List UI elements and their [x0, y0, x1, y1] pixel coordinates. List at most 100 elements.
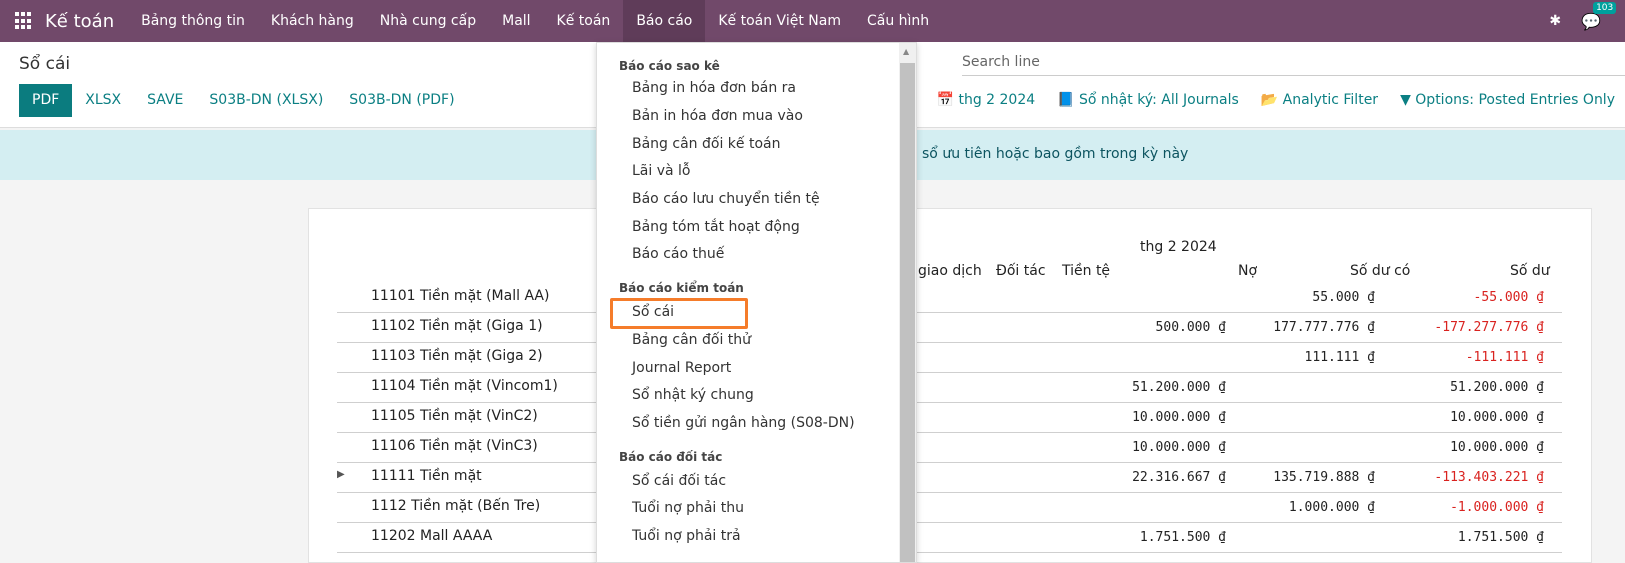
menu-item-bank-book[interactable]: Sổ tiền gửi ngân hàng (S08-DN): [632, 415, 855, 431]
debit-value: 10.000.000 ₫: [1132, 440, 1226, 455]
menu-customers[interactable]: Khách hàng: [258, 0, 367, 42]
balance-value: -55.000 ₫: [1473, 290, 1544, 305]
menu-item-trial-balance[interactable]: Bảng cân đối thử: [632, 332, 751, 348]
s03b-xlsx-button[interactable]: S03B-DN (XLSX): [196, 84, 336, 117]
book-icon: 📘: [1057, 92, 1080, 108]
menu-item-executive-summary[interactable]: Bảng tóm tắt hoạt động: [632, 219, 800, 235]
credit-value: 55.000 ₫: [1312, 290, 1375, 305]
table-row[interactable]: 11103 Tiền mặt (Giga 2) 111.111 ₫ -111.1…: [337, 343, 1562, 373]
apps-grid-icon[interactable]: [15, 12, 33, 30]
menu-item-tax-report[interactable]: Báo cáo thuế: [632, 246, 724, 262]
table-row[interactable]: 11106 Tiền mặt (VinC3) 10.000.000 ₫ 10.0…: [337, 433, 1562, 463]
s03b-pdf-button[interactable]: S03B-DN (PDF): [336, 84, 467, 117]
menu-reporting[interactable]: Báo cáo: [623, 0, 706, 42]
options-filter-label: Options: Posted Entries Only: [1415, 92, 1615, 108]
scroll-up-arrow-icon[interactable]: ▲: [903, 47, 909, 56]
col-header-transaction: giao dịch: [918, 263, 982, 279]
table-row[interactable]: 11202 Mall AAAA 1.751.500 ₫ 1.751.500 ₫: [337, 523, 1562, 553]
selection-highlight: [610, 298, 748, 329]
xlsx-button[interactable]: XLSX: [72, 84, 134, 117]
menu-item-balance-sheet[interactable]: Bảng cân đối kế toán: [632, 136, 780, 152]
account-name: 11103 Tiền mặt (Giga 2): [371, 348, 543, 364]
chat-icon[interactable]: 💬 103: [1581, 1, 1617, 31]
account-name: 11106 Tiền mặt (VinC3): [371, 438, 538, 454]
table-row[interactable]: 11101 Tiền mặt (Mall AA) 55.000 ₫ -55.00…: [337, 283, 1562, 313]
col-header-partner: Đối tác: [996, 263, 1046, 279]
credit-value: 177.777.776 ₫: [1273, 320, 1375, 335]
calendar-icon: 📅: [936, 92, 959, 108]
menu-item-cash-flow[interactable]: Báo cáo lưu chuyển tiền tệ: [632, 191, 820, 207]
account-name: 11105 Tiền mặt (VinC2): [371, 408, 538, 424]
systray: ✱ 💬 103: [1549, 0, 1625, 42]
account-name: 11102 Tiền mặt (Giga 1): [371, 318, 543, 334]
dropdown-scrollbar[interactable]: ▲: [899, 43, 916, 562]
menu-configuration[interactable]: Cấu hình: [854, 0, 942, 42]
info-alert-text: o sổ ưu tiên hoặc bao gồm trong kỳ này: [909, 146, 1189, 162]
menu-item-profit-loss[interactable]: Lãi và lỗ: [632, 163, 691, 179]
bug-icon[interactable]: ✱: [1549, 13, 1561, 29]
menu-dashboard[interactable]: Bảng thông tin: [128, 0, 258, 42]
scroll-thumb[interactable]: [900, 63, 915, 562]
balance-value: 1.751.500 ₫: [1457, 530, 1544, 545]
table-row[interactable]: 11102 Tiền mặt (Giga 1) 500.000 ₫ 177.77…: [337, 313, 1562, 343]
expand-caret-icon[interactable]: ▶: [337, 469, 345, 480]
balance-value: -111.111 ₫: [1465, 350, 1544, 365]
save-button[interactable]: SAVE: [134, 84, 196, 117]
account-name: 11202 Mall AAAA: [371, 528, 493, 544]
search-input[interactable]: Search line: [962, 48, 1625, 76]
debit-value: 51.200.000 ₫: [1132, 380, 1226, 395]
menu-mall[interactable]: Mall: [489, 0, 543, 42]
folder-icon: 📂: [1260, 92, 1283, 108]
journal-filter[interactable]: 📘 Sổ nhật ký: All Journals: [1057, 92, 1239, 108]
balance-value: -177.277.776 ₫: [1434, 320, 1544, 335]
menu-item-aged-payable[interactable]: Tuổi nợ phải trả: [632, 528, 741, 544]
credit-value: 1.000.000 ₫: [1288, 500, 1375, 515]
section-audit-reports: Báo cáo kiểm toán: [619, 281, 744, 295]
options-filter[interactable]: ▼ Options: Posted Entries Only: [1400, 92, 1615, 108]
col-header-currency: Tiền tệ: [1062, 263, 1111, 279]
menu-item-general-journal[interactable]: Sổ nhật ký chung: [632, 387, 754, 403]
pdf-button[interactable]: PDF: [19, 84, 73, 117]
account-name: 1112 Tiền mặt (Bến Tre): [371, 498, 541, 514]
table-row[interactable]: ▶ 11111 Tiền mặt 22.316.667 ₫ 135.719.88…: [337, 463, 1562, 493]
balance-value: -113.403.221 ₫: [1434, 470, 1544, 485]
analytic-filter[interactable]: 📂 Analytic Filter: [1261, 92, 1378, 108]
export-buttons: PDF XLSX SAVE S03B-DN (XLSX) S03B-DN (PD…: [19, 84, 468, 117]
top-navbar: Kế toán Bảng thông tin Khách hàng Nhà cu…: [0, 0, 1625, 42]
debit-value: 500.000 ₫: [1155, 320, 1226, 335]
account-name: 11104 Tiền mặt (Vincom1): [371, 378, 558, 394]
table-row[interactable]: 11104 Tiền mặt (Vincom1) 51.200.000 ₫ 51…: [337, 373, 1562, 403]
date-filter[interactable]: 📅 thg 2 2024: [937, 92, 1036, 108]
col-header-credit: Số dư có: [1350, 263, 1411, 279]
funnel-icon: ▼: [1400, 92, 1416, 108]
col-header-debit: Nợ: [1238, 263, 1258, 279]
reporting-dropdown: Báo cáo sao kê Bảng in hóa đơn bán ra Bả…: [596, 42, 917, 563]
balance-value: 10.000.000 ₫: [1450, 410, 1544, 425]
balance-value: 51.200.000 ₫: [1450, 380, 1544, 395]
menu-item-sales-invoice-print[interactable]: Bảng in hóa đơn bán ra: [632, 80, 796, 96]
debit-value: 1.751.500 ₫: [1139, 530, 1226, 545]
app-brand[interactable]: Kế toán: [45, 11, 114, 32]
report-filters: 📅 thg 2 2024 📘 Sổ nhật ký: All Journals …: [915, 92, 1615, 108]
menu-item-journal-report[interactable]: Journal Report: [632, 360, 731, 376]
menu-item-general-ledger[interactable]: Sổ cái: [632, 304, 674, 320]
debit-value: 22.316.667 ₫: [1132, 470, 1226, 485]
journal-filter-label: Sổ nhật ký: All Journals: [1079, 92, 1239, 108]
debit-value: 10.000.000 ₫: [1132, 410, 1226, 425]
menu-item-partner-ledger[interactable]: Sổ cái đối tác: [632, 473, 726, 489]
credit-value: 111.111 ₫: [1304, 350, 1375, 365]
table-row[interactable]: 11105 Tiền mặt (VinC2) 10.000.000 ₫ 10.0…: [337, 403, 1562, 433]
notification-badge: 103: [1593, 1, 1617, 14]
menu-item-aged-receivable[interactable]: Tuổi nợ phải thu: [632, 500, 744, 516]
col-header-balance: Số dư: [1510, 263, 1550, 279]
balance-value: -1.000.000 ₫: [1450, 500, 1544, 515]
menu-vietnam-accounting[interactable]: Kế toán Việt Nam: [705, 0, 854, 42]
balance-value: 10.000.000 ₫: [1450, 440, 1544, 455]
section-partner-reports: Báo cáo đối tác: [619, 450, 723, 464]
table-row[interactable]: 1112 Tiền mặt (Bến Tre) 1.000.000 ₫ -1.0…: [337, 493, 1562, 523]
account-name: 11111 Tiền mặt: [371, 468, 482, 484]
menu-accounting[interactable]: Kế toán: [544, 0, 624, 42]
page-title: Sổ cái: [19, 54, 71, 74]
menu-item-purchase-invoice-print[interactable]: Bản in hóa đơn mua vào: [632, 108, 803, 124]
menu-vendors[interactable]: Nhà cung cấp: [367, 0, 489, 42]
